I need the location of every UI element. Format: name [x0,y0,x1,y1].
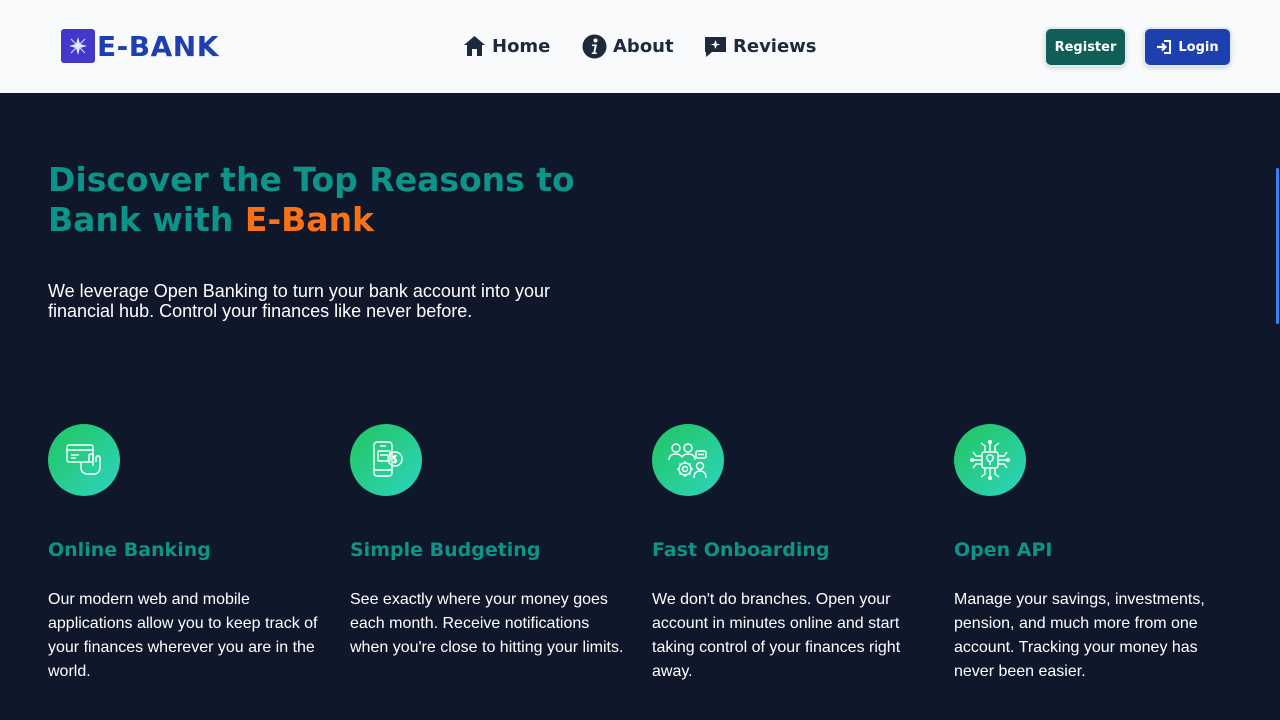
feature-title: Open API [954,539,1053,561]
info-icon [582,34,607,58]
register-button-label: Register [1054,39,1117,55]
team-gear-icon [652,424,724,496]
feature-description: Manage your savings, investments, pensio… [954,591,1205,680]
nav-home[interactable]: Home [463,31,550,61]
feature-title: Simple Budgeting [350,539,541,561]
login-button[interactable]: Login [1145,29,1230,65]
hero-subtitle: We leverage Open Banking to turn your ba… [48,281,550,321]
register-button[interactable]: Register [1046,29,1125,65]
nav-reviews[interactable]: Reviews [704,31,817,61]
login-button-label: Login [1178,39,1219,55]
feature-description: Our modern web and mobile applications a… [48,591,318,680]
feature-description: See exactly where your money goes each m… [350,591,624,656]
feature-card-fast-onboarding: Fast Onboarding We don't do branches. Op… [652,424,932,684]
feature-card-open-api: Open API Manage your savings, investment… [954,424,1234,684]
phone-money-icon [350,424,422,496]
nav-about[interactable]: About [582,31,674,61]
site-header: E-BANK Home About Reviews Register Login [0,0,1280,93]
hero-title: Discover the Top Reasons to Bank with E-… [48,160,668,240]
feature-description: We don't do branches. Open your account … [652,591,901,680]
nav-about-label: About [613,35,674,57]
logo[interactable]: E-BANK [61,29,219,63]
logo-text: E-BANK [97,29,219,63]
card-hand-icon [48,424,120,496]
hero-title-accent: E-Bank [244,200,375,239]
feature-title: Online Banking [48,539,211,561]
feature-card-simple-budgeting: Simple Budgeting See exactly where your … [350,424,630,660]
feature-card-online-banking: Online Banking Our modern web and mobile… [48,424,328,684]
logo-star-icon [61,29,95,63]
chip-network-icon [954,424,1026,496]
nav-home-label: Home [492,35,551,57]
nav-reviews-label: Reviews [733,35,817,57]
home-icon [464,36,485,56]
chat-star-icon [705,36,726,57]
login-icon [1157,40,1172,54]
page-scrollbar[interactable] [1276,168,1279,324]
feature-title: Fast Onboarding [652,539,830,561]
